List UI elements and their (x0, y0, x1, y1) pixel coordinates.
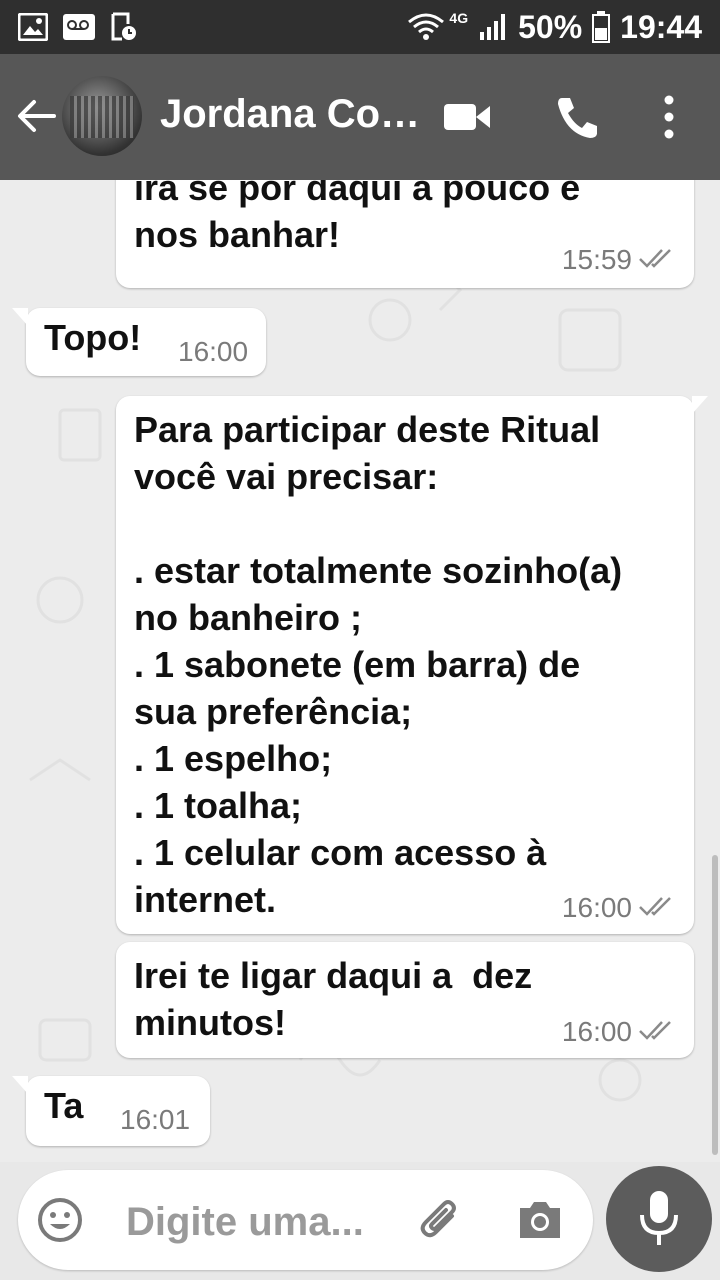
voicemail-icon (63, 14, 95, 40)
battery-icon (592, 11, 611, 43)
message-time: 16:01 (120, 1104, 191, 1135)
battery-level: 50% (518, 8, 583, 45)
emoji-icon[interactable] (36, 1196, 84, 1244)
schedule-icon (111, 12, 136, 41)
image-icon (18, 13, 48, 41)
more-options-icon[interactable] (645, 94, 693, 140)
attach-icon[interactable] (416, 1194, 466, 1244)
message-bubble-outgoing[interactable]: irá se por daqui a pouco e nos banhar! 1… (116, 180, 694, 288)
camera-icon[interactable] (516, 1198, 564, 1242)
mic-icon (640, 1191, 678, 1245)
message-bubble-incoming[interactable]: Ta 16:01 (12, 1076, 210, 1146)
message-text: Irei te ligar daqui a dez minutos! (134, 955, 533, 1043)
double-check-icon (639, 897, 671, 916)
network-type: 4G (449, 10, 469, 26)
message-text: Ta (44, 1085, 84, 1126)
chat-header: Jordana Co… (0, 54, 720, 180)
message-input[interactable]: Digite uma... (18, 1170, 593, 1270)
clock: 19:44 (620, 8, 702, 45)
message-bubble-outgoing[interactable]: Para participar deste Ritual você vai pr… (116, 396, 708, 934)
message-placeholder: Digite uma... (126, 1200, 364, 1244)
scrollbar[interactable] (712, 855, 718, 1155)
status-bar: 4G 50% 19:44 (0, 0, 720, 54)
message-time: 16:00 (561, 1016, 632, 1047)
message-bubble-incoming[interactable]: Topo! 16:00 (12, 308, 266, 376)
avatar[interactable] (62, 76, 142, 156)
message-text: Para participar deste Ritual você vai pr… (134, 409, 623, 920)
double-check-icon (639, 1021, 671, 1040)
message-bubble-outgoing[interactable]: Irei te ligar daqui a dez minutos! 16:00 (116, 942, 694, 1058)
contact-name[interactable]: Jordana Co… (160, 92, 420, 137)
video-call-icon[interactable] (442, 94, 492, 140)
message-time: 16:00 (178, 336, 249, 367)
composer: Digite uma... (0, 1162, 720, 1280)
signal-icon (480, 14, 506, 40)
message-time: 15:59 (561, 244, 632, 275)
phone-icon[interactable] (552, 94, 602, 140)
message-list[interactable]: irá se por daqui a pouco e nos banhar! 1… (0, 180, 720, 1162)
message-time: 16:00 (561, 892, 632, 923)
double-check-icon (639, 249, 671, 268)
back-arrow-icon[interactable] (14, 94, 58, 138)
voice-record-button[interactable] (606, 1166, 712, 1272)
message-text: Topo! (44, 317, 142, 358)
message-text: irá se por daqui a pouco e nos banhar! (134, 180, 581, 255)
wifi-icon (408, 13, 445, 40)
